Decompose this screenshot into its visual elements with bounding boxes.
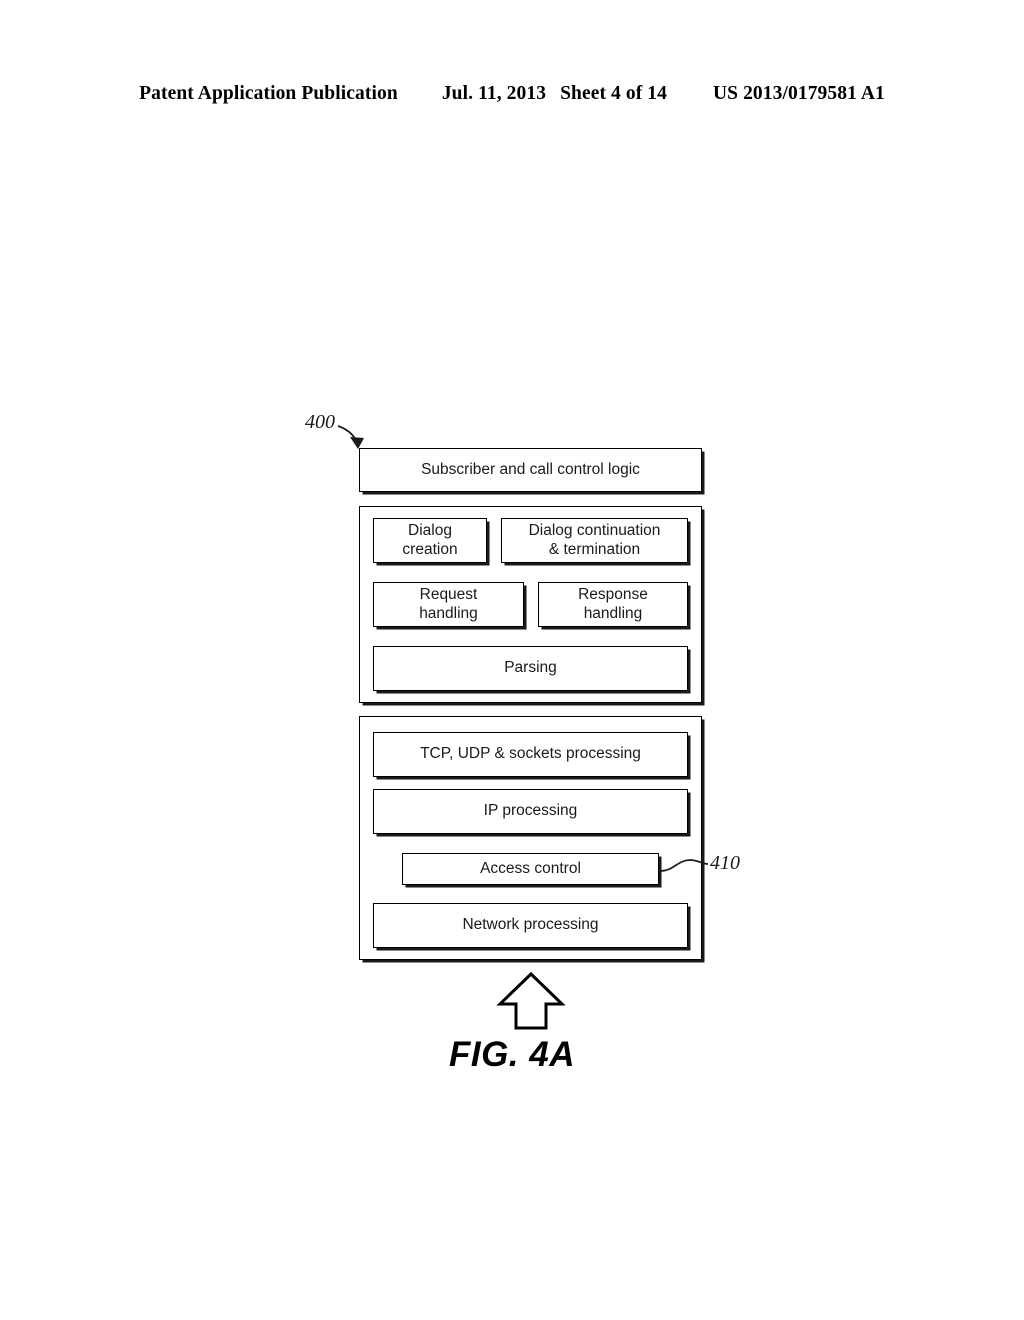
box-label: IP processing: [483, 802, 578, 820]
box-label: TCP, UDP & sockets processing: [420, 745, 641, 763]
callout-410-label: 410: [710, 852, 740, 874]
figure-caption: FIG. 4A: [448, 1035, 576, 1074]
box-label: Access control: [480, 859, 581, 877]
box-label: Dialog continuation & termination: [528, 521, 661, 558]
callout-400-label: 400: [305, 411, 335, 433]
box-request-handling: Request handling: [373, 582, 524, 627]
box-response-handling: Response handling: [538, 582, 688, 627]
box-parsing: Parsing: [373, 646, 688, 691]
box-label: Response handling: [578, 585, 648, 622]
figure-4a: 400 Subscriber and call control logic Di…: [0, 0, 1024, 1320]
box-dialog-continuation-termination: Dialog continuation & termination: [501, 518, 688, 563]
box-network-processing: Network processing: [373, 903, 688, 948]
box-subscriber-and-call-control-logic: Subscriber and call control logic: [359, 448, 702, 492]
box-label: Request handling: [419, 585, 478, 622]
box-dialog-creation: Dialog creation: [373, 518, 487, 563]
box-label: Network processing: [462, 916, 599, 934]
box-tcp-udp-sockets-processing: TCP, UDP & sockets processing: [373, 732, 688, 777]
box-label: Dialog creation: [402, 521, 458, 558]
box-ip-processing: IP processing: [373, 789, 688, 834]
box-label: Subscriber and call control logic: [421, 460, 640, 478]
box-access-control: Access control: [402, 853, 659, 885]
box-label: Parsing: [504, 659, 557, 677]
